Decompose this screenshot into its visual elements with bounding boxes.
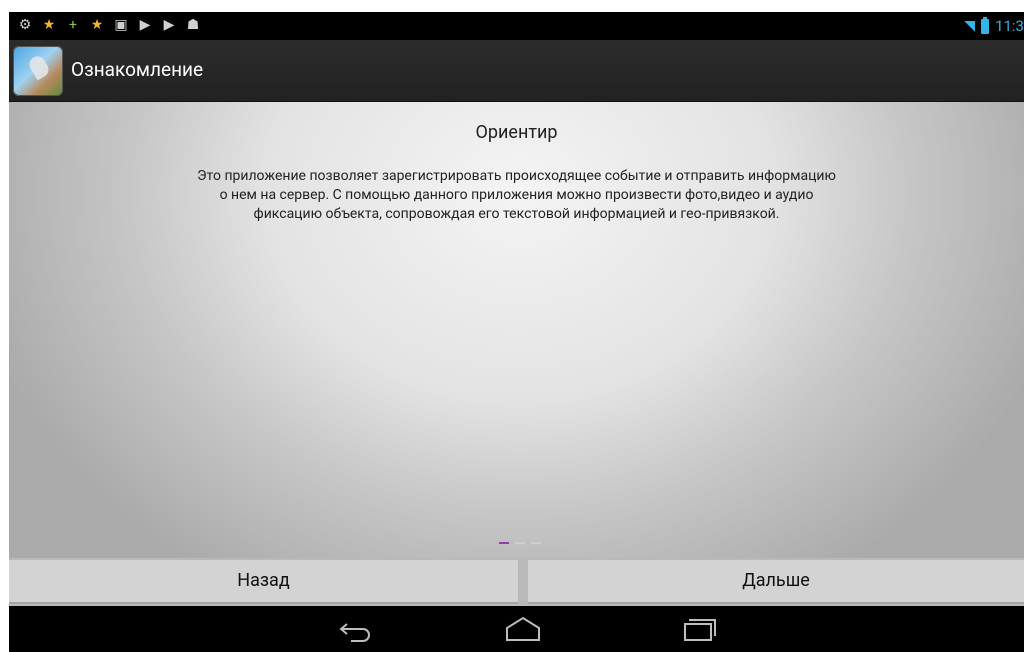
- app-icon[interactable]: [13, 46, 63, 96]
- image-icon: ▣: [114, 17, 128, 33]
- notification-icons: ⚙ ★ + ★ ▣ ▶ ▶ ☗: [17, 17, 201, 33]
- back-button[interactable]: Назад: [9, 560, 518, 604]
- clock: 11:3: [995, 17, 1024, 35]
- bag-icon: ▶: [163, 17, 175, 33]
- button-bar: Назад Дальше: [9, 558, 1024, 606]
- page-indicator: [499, 542, 541, 544]
- recent-apps-icon[interactable]: [681, 616, 717, 642]
- navigation-bar: [9, 608, 1024, 652]
- device-screen: ⚙ ★ + ★ ▣ ▶ ▶ ☗ ◥ 11:3 Ознакомление Орие…: [9, 12, 1024, 652]
- star-icon: ★: [42, 17, 56, 33]
- status-right: ◥ 11:3: [964, 16, 1024, 35]
- action-bar: Ознакомление: [9, 40, 1024, 102]
- app-title: Ознакомление: [71, 58, 204, 81]
- next-button[interactable]: Дальше: [528, 560, 1024, 604]
- map-pin-icon: [26, 53, 52, 81]
- plus-icon: +: [69, 17, 77, 33]
- screen-title: Ориентир: [475, 122, 558, 143]
- intro-content: Ориентир Это приложение позволяет зареги…: [9, 102, 1024, 558]
- page-dot-3: [531, 542, 541, 544]
- status-bar: ⚙ ★ + ★ ▣ ▶ ▶ ☗ ◥ 11:3: [9, 12, 1024, 40]
- back-icon[interactable]: [337, 616, 373, 642]
- gear-icon: ⚙: [18, 17, 32, 33]
- description-text: Это приложение позволяет зарегистрироват…: [197, 168, 836, 222]
- star-icon: ★: [90, 17, 104, 33]
- home-icon[interactable]: [505, 616, 541, 642]
- bag-icon: ▶: [139, 17, 151, 33]
- battery-icon: [981, 16, 990, 34]
- page-dot-2: [515, 542, 525, 544]
- wifi-icon: ◥: [964, 18, 976, 34]
- page-dot-1: [499, 542, 509, 544]
- android-icon: ☗: [186, 17, 200, 33]
